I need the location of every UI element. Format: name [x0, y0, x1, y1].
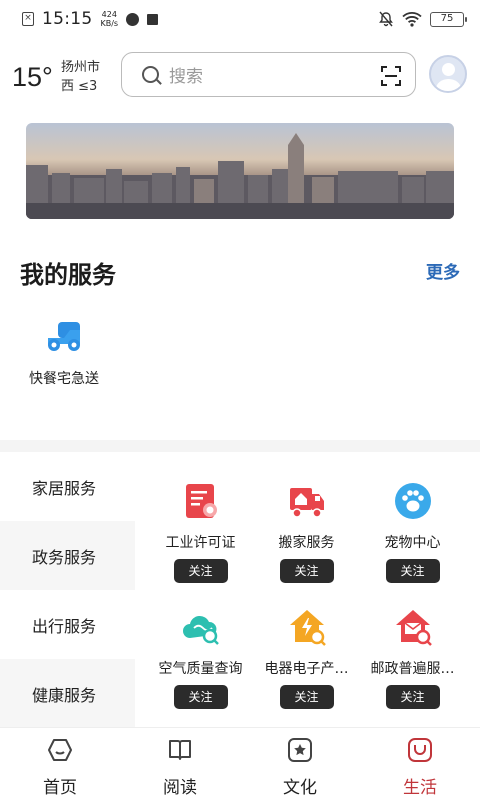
- temperature: 15°: [12, 62, 53, 92]
- home-icon: [48, 739, 72, 761]
- status-time: 15:15: [42, 9, 93, 29]
- follow-button[interactable]: 关注: [385, 559, 440, 583]
- mail-house-icon: [395, 610, 432, 646]
- net-speed: 424 KB/s: [100, 10, 119, 28]
- follow-button[interactable]: 关注: [173, 559, 228, 583]
- service-item-delivery[interactable]: 快餐宅急送: [22, 318, 106, 388]
- nav-label: 阅读: [163, 778, 197, 798]
- grid-item-label: 邮政普遍服…: [370, 661, 455, 677]
- skyline-illustration: [26, 133, 454, 219]
- grid-item-industry-license[interactable]: 工业许可证 关注: [147, 482, 254, 583]
- nav-culture[interactable]: 文化: [240, 728, 360, 800]
- service-item-label: 快餐宅急送: [29, 371, 99, 387]
- nav-label: 首页: [43, 778, 77, 798]
- nav-home[interactable]: 首页: [0, 728, 120, 800]
- status-bar: × 15:15 424 KB/s 75: [0, 0, 480, 38]
- wifi-icon: [402, 12, 422, 27]
- app-square-icon: [147, 13, 159, 25]
- follow-button[interactable]: 关注: [279, 685, 334, 709]
- wind-label: 西 ≤3: [61, 79, 98, 94]
- grid-item-label: 空气质量查询: [158, 661, 243, 677]
- grid-item-electronics[interactable]: 电器电子产… 关注: [253, 608, 360, 709]
- grid-item-label: 搬家服务: [278, 535, 335, 551]
- notification-x-icon: ×: [22, 12, 34, 26]
- cloud-search-icon: [182, 615, 219, 645]
- star-icon: [288, 738, 312, 762]
- header: 15° 扬州市 西 ≤3 搜索: [0, 50, 480, 100]
- city-label: 扬州市: [61, 60, 101, 75]
- mute-bell-icon: [379, 11, 393, 27]
- search-input[interactable]: 搜索: [169, 62, 203, 87]
- avatar[interactable]: [429, 55, 467, 93]
- scooter-icon: [48, 322, 80, 351]
- section-divider: [0, 440, 480, 452]
- category-travel[interactable]: 出行服务: [0, 590, 135, 659]
- certificate-icon: [185, 484, 217, 518]
- battery-icon: 75: [430, 11, 467, 27]
- category-government[interactable]: 政务服务: [0, 521, 135, 590]
- category-health[interactable]: 健康服务: [0, 659, 135, 728]
- paw-icon: [394, 483, 431, 519]
- grid-item-pet-center[interactable]: 宠物中心 关注: [359, 482, 466, 583]
- city-banner-image[interactable]: [26, 123, 454, 219]
- nav-label: 文化: [283, 778, 317, 798]
- my-services-title: 我的服务: [20, 261, 116, 289]
- power-house-icon: [289, 610, 326, 646]
- category-sidebar: 家居服务 政务服务 出行服务 健康服务: [0, 452, 135, 728]
- scan-icon[interactable]: [381, 66, 401, 86]
- life-icon: [408, 738, 432, 762]
- moving-truck-icon: [289, 488, 324, 518]
- grid-item-air-quality[interactable]: 空气质量查询 关注: [147, 608, 254, 709]
- category-home[interactable]: 家居服务: [0, 452, 135, 521]
- follow-button[interactable]: 关注: [279, 559, 334, 583]
- app-notification-icon: [126, 12, 140, 26]
- weather-location[interactable]: 扬州市 西 ≤3: [61, 58, 100, 96]
- grid-item-postal[interactable]: 邮政普遍服… 关注: [359, 608, 466, 709]
- search-bar[interactable]: 搜索: [121, 52, 416, 97]
- book-icon: [169, 740, 191, 760]
- follow-button[interactable]: 关注: [173, 685, 228, 709]
- more-link[interactable]: 更多: [426, 258, 460, 283]
- follow-button[interactable]: 关注: [385, 685, 440, 709]
- nav-label: 生活: [403, 778, 437, 798]
- nav-life[interactable]: 生活: [360, 728, 480, 800]
- grid-item-label: 工业许可证: [165, 535, 236, 551]
- search-icon: [142, 66, 159, 83]
- grid-item-label: 宠物中心: [384, 535, 441, 551]
- nav-read[interactable]: 阅读: [120, 728, 240, 800]
- grid-item-label: 电器电子产…: [264, 661, 349, 677]
- bottom-nav: 首页 阅读 文化 生活: [0, 727, 480, 800]
- grid-item-moving[interactable]: 搬家服务 关注: [253, 482, 360, 583]
